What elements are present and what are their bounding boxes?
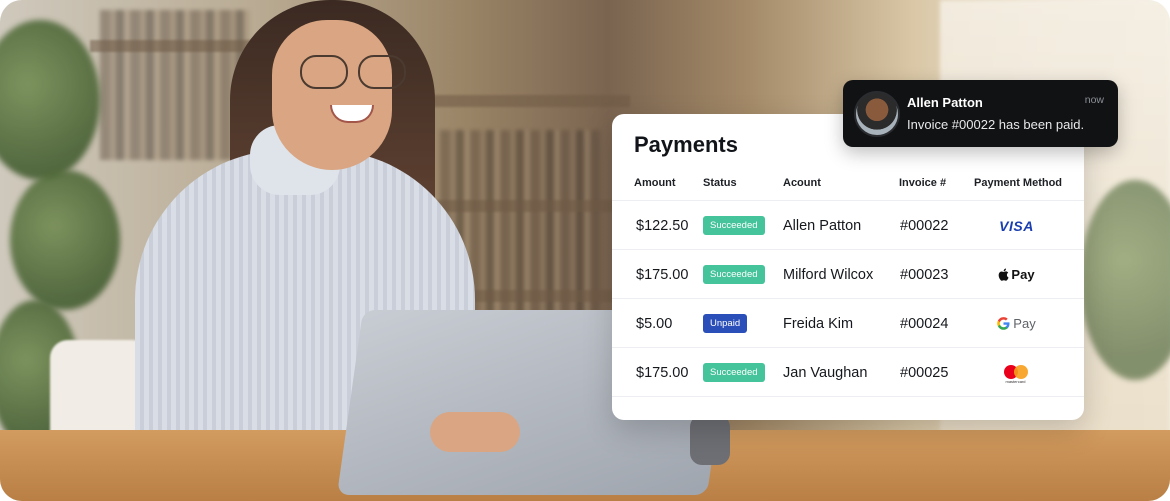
payment-method-cell: Pay: [974, 299, 1059, 348]
apple-pay-label: Pay: [1011, 267, 1035, 282]
column-invoice[interactable]: Invoice #: [899, 177, 946, 189]
bookshelf-left: [100, 10, 250, 160]
hands: [430, 412, 520, 452]
google-pay-icon: Pay: [997, 316, 1036, 331]
mastercard-orange-circle: [1013, 364, 1028, 379]
status-badge: Succeeded: [703, 265, 765, 284]
status-cell: Succeeded: [703, 250, 765, 299]
payment-method-cell: Pay: [974, 250, 1059, 299]
account-cell: Milford Wilcox: [783, 266, 874, 283]
face: [272, 20, 392, 170]
amount-cell: $175.00: [636, 266, 689, 283]
payment-method-cell: VISA: [974, 201, 1059, 250]
status-badge: Unpaid: [703, 314, 748, 333]
payment-notification[interactable]: Allen Patton Invoice #00022 has been pai…: [843, 80, 1118, 147]
column-payment-method[interactable]: Payment Method: [974, 177, 1062, 189]
table-header: Amount Status Acount Invoice # Payment M…: [612, 174, 1084, 198]
account-cell: Jan Vaughan: [783, 364, 868, 381]
status-cell: Succeeded: [703, 348, 765, 397]
shelf: [90, 40, 260, 52]
table-footer-divider: [612, 396, 1084, 420]
apple-pay-icon: Pay: [998, 267, 1035, 282]
plant: [10, 170, 120, 310]
visa-icon: VISA: [999, 217, 1034, 234]
table-row[interactable]: $122.50 Succeeded Allen Patton #00022 VI…: [612, 200, 1084, 249]
glasses: [300, 55, 420, 91]
notification-message: Invoice #00022 has been paid.: [907, 117, 1085, 132]
notification-time: now: [1084, 94, 1104, 106]
mastercard-label: mastercard: [1005, 378, 1026, 384]
column-account[interactable]: Acount: [783, 177, 821, 189]
column-status[interactable]: Status: [703, 177, 737, 189]
amount-cell: $122.50: [636, 217, 689, 234]
amount-cell: $5.00: [636, 315, 673, 332]
invoice-cell[interactable]: #00024: [900, 299, 948, 348]
column-amount[interactable]: Amount: [634, 177, 676, 189]
invoice-cell[interactable]: #00023: [900, 250, 948, 299]
mug: [690, 415, 730, 465]
invoice-cell[interactable]: #00025: [900, 348, 948, 397]
status-badge: Succeeded: [703, 216, 765, 235]
notification-sender: Allen Patton: [907, 95, 983, 110]
table-row[interactable]: $175.00 Succeeded Jan Vaughan #00025 mas…: [612, 347, 1084, 396]
shelf: [430, 200, 630, 212]
google-pay-label: Pay: [1013, 316, 1036, 331]
table-row[interactable]: $5.00 Unpaid Freida Kim #00024 Pay: [612, 298, 1084, 347]
status-cell: Succeeded: [703, 201, 765, 250]
plant: [0, 20, 100, 180]
apple-icon: [999, 268, 1009, 281]
payment-method-cell: mastercard: [974, 348, 1059, 397]
status-cell: Unpaid: [703, 299, 748, 348]
mastercard-icon: mastercard: [1003, 363, 1030, 384]
table-row[interactable]: $175.00 Succeeded Milford Wilcox #00023 …: [612, 249, 1084, 298]
account-cell: Freida Kim: [783, 315, 854, 332]
amount-cell: $175.00: [636, 364, 689, 381]
account-cell: Allen Patton: [783, 217, 862, 234]
payments-title: Payments: [634, 132, 738, 157]
payments-card: Payments Amount Status Acount Invoice # …: [612, 114, 1084, 420]
google-g-icon: [997, 317, 1010, 330]
status-badge: Succeeded: [703, 363, 765, 382]
avatar: [854, 91, 900, 137]
invoice-cell[interactable]: #00022: [900, 201, 948, 250]
shelf: [430, 95, 630, 107]
